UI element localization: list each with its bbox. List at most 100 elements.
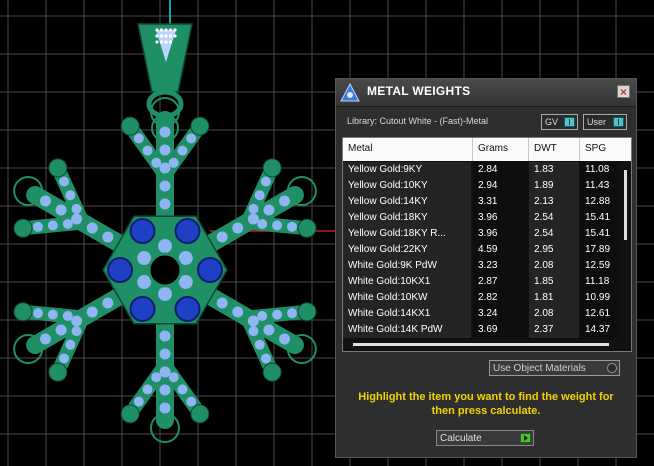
branch-tip bbox=[13, 218, 33, 238]
branch-stone bbox=[186, 133, 197, 144]
cell-spg: 15.41 bbox=[580, 210, 619, 226]
arm-stone bbox=[232, 222, 244, 234]
branch-tip bbox=[120, 116, 140, 136]
branch-stone bbox=[59, 353, 70, 364]
column-header-metal[interactable]: Metal bbox=[343, 138, 473, 161]
cell-metal: Yellow Gold:18KY bbox=[343, 210, 471, 226]
table-row[interactable]: White Gold:14KX1 3.24 2.08 12.61 bbox=[343, 306, 619, 322]
toggle-switch-icon bbox=[613, 117, 624, 127]
vertical-scroll-thumb[interactable] bbox=[624, 170, 627, 240]
center-hole bbox=[147, 252, 183, 288]
branch-stone bbox=[32, 308, 43, 319]
use-object-materials-label: Use Object Materials bbox=[493, 363, 586, 374]
branch-stone bbox=[177, 384, 188, 395]
table-row[interactable]: Yellow Gold:18KY 3.96 2.54 15.41 bbox=[343, 210, 619, 226]
cell-grams: 2.94 bbox=[473, 178, 528, 194]
bail-stone bbox=[164, 28, 168, 32]
toggle-user-label: User bbox=[587, 117, 607, 127]
table-row[interactable]: Yellow Gold:9KY 2.84 1.83 11.08 bbox=[343, 162, 619, 178]
branch-stone bbox=[254, 339, 265, 350]
arm-stone bbox=[232, 306, 244, 318]
cell-dwt: 2.08 bbox=[529, 306, 579, 322]
branch-stone bbox=[142, 384, 153, 395]
toggle-gv[interactable]: GV bbox=[541, 114, 578, 130]
branch-tip bbox=[13, 302, 33, 322]
cell-metal: Yellow Gold:18KY R... bbox=[343, 226, 471, 242]
branch-stone bbox=[186, 396, 197, 407]
panel-titlebar[interactable]: METAL WEIGHTS × bbox=[336, 79, 636, 107]
cell-spg: 12.88 bbox=[580, 194, 619, 210]
sapphire-stone bbox=[197, 257, 223, 283]
cell-metal: White Gold:9K PdW bbox=[343, 258, 471, 274]
branch-stone bbox=[272, 309, 283, 320]
calculate-label: Calculate bbox=[440, 433, 482, 444]
cell-metal: Yellow Gold:9KY bbox=[343, 162, 471, 178]
arm-stone bbox=[247, 315, 259, 327]
arm-stone bbox=[159, 384, 171, 396]
cell-dwt: 2.95 bbox=[529, 242, 579, 258]
arm-stone bbox=[55, 324, 67, 336]
cell-dwt: 1.83 bbox=[529, 162, 579, 178]
cell-metal: White Gold:10KW bbox=[343, 290, 471, 306]
cell-grams: 2.87 bbox=[473, 274, 528, 290]
cell-grams: 4.59 bbox=[473, 242, 528, 258]
cell-grams: 3.69 bbox=[473, 322, 528, 338]
arm-stone bbox=[71, 315, 83, 327]
sapphire-stone bbox=[174, 218, 201, 245]
table-row[interactable]: Yellow Gold:22KY 4.59 2.95 17.89 bbox=[343, 242, 619, 258]
arm-stone bbox=[279, 333, 291, 345]
branch-tip bbox=[262, 158, 282, 178]
instruction-text: Highlight the item you want to find the … bbox=[358, 391, 614, 417]
cell-spg: 15.41 bbox=[580, 226, 619, 242]
branch-tip bbox=[190, 404, 210, 424]
cell-grams: 3.31 bbox=[473, 194, 528, 210]
cell-grams: 3.96 bbox=[473, 226, 528, 242]
library-label: Library: Cutout White - (Fast)-Metal bbox=[347, 116, 489, 126]
branch-tip bbox=[262, 362, 282, 382]
horizontal-scrollbar[interactable] bbox=[343, 338, 631, 351]
column-header-dwt[interactable]: DWT bbox=[529, 138, 580, 161]
sapphire-stone bbox=[174, 295, 201, 322]
cell-dwt: 1.81 bbox=[529, 290, 579, 306]
table-row[interactable]: Yellow Gold:18KY R... 3.96 2.54 15.41 bbox=[343, 226, 619, 242]
table-row[interactable]: Yellow Gold:10KY 2.94 1.89 11.43 bbox=[343, 178, 619, 194]
branch-stone bbox=[71, 203, 82, 214]
branch-stone bbox=[32, 221, 43, 232]
arm-stone bbox=[159, 402, 171, 414]
table-row[interactable]: White Gold:10KX1 2.87 1.85 11.18 bbox=[343, 274, 619, 290]
arm-stone bbox=[159, 180, 171, 192]
branch-stone bbox=[260, 353, 271, 364]
column-header-grams[interactable]: Grams bbox=[473, 138, 529, 161]
bail-stone bbox=[164, 34, 168, 38]
sapphire-stone bbox=[107, 257, 133, 283]
toggle-user[interactable]: User bbox=[583, 114, 627, 130]
calculate-button[interactable]: Calculate bbox=[436, 430, 534, 446]
cell-dwt: 1.85 bbox=[529, 274, 579, 290]
metal-weights-table[interactable]: Metal Grams DWT SPG Yellow Gold:9KY 2.84 1… bbox=[342, 137, 632, 352]
branch-stone bbox=[287, 221, 298, 232]
cell-spg: 10.99 bbox=[580, 290, 619, 306]
snowflake-pendant[interactable] bbox=[13, 23, 317, 443]
arm-stone bbox=[216, 231, 228, 243]
column-header-spg[interactable]: SPG bbox=[580, 138, 631, 161]
cell-spg: 12.61 bbox=[580, 306, 619, 322]
arm-stone bbox=[39, 333, 51, 345]
metal-weights-panel: METAL WEIGHTS × Library: Cutout White - … bbox=[335, 78, 637, 458]
arm-stone bbox=[71, 213, 83, 225]
branch-stone bbox=[47, 309, 58, 320]
branch-tip bbox=[48, 362, 68, 382]
vertical-scrollbar[interactable] bbox=[621, 162, 631, 337]
table-row[interactable]: Yellow Gold:14KY 3.31 2.13 12.88 bbox=[343, 194, 619, 210]
horizontal-scroll-thumb[interactable] bbox=[353, 343, 609, 346]
table-row[interactable]: White Gold:10KW 2.82 1.81 10.99 bbox=[343, 290, 619, 306]
branch-tip bbox=[297, 218, 317, 238]
bail-stone bbox=[155, 28, 159, 32]
close-icon[interactable]: × bbox=[617, 85, 630, 98]
branch-tip bbox=[48, 158, 68, 178]
table-row[interactable]: White Gold:14K PdW 3.69 2.37 14.37 bbox=[343, 322, 619, 338]
bail-stone bbox=[173, 34, 177, 38]
cell-grams: 2.82 bbox=[473, 290, 528, 306]
use-object-materials-toggle[interactable]: Use Object Materials bbox=[489, 360, 620, 376]
table-row[interactable]: White Gold:9K PdW 3.23 2.08 12.59 bbox=[343, 258, 619, 274]
arm-stone bbox=[159, 144, 171, 156]
